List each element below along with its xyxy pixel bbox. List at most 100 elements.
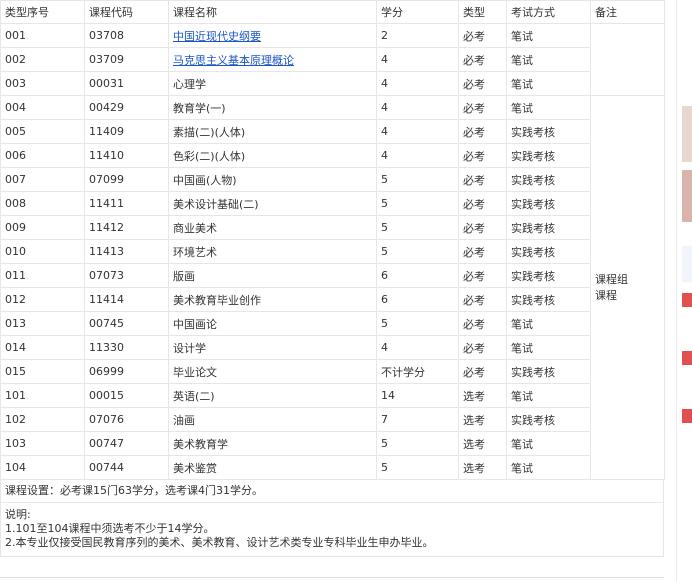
- cell-exam: 笔试: [506, 95, 591, 120]
- cell-exam: 笔试: [506, 311, 591, 336]
- cell-credit: 5: [376, 455, 459, 480]
- cell-type: 必考: [458, 215, 507, 240]
- cell-credit: 4: [376, 71, 459, 96]
- header-code: 课程代码: [84, 0, 169, 24]
- cell-seq: 102: [0, 407, 85, 432]
- cell-credit: 4: [376, 143, 459, 168]
- cell-code: 00744: [84, 455, 169, 480]
- course-name-link[interactable]: 马克思主义基本原理概论: [173, 54, 294, 67]
- side-thumbnail[interactable]: [682, 170, 692, 222]
- header-exam: 考试方式: [506, 0, 591, 24]
- notes-block: 说明: 1.101至104课程中须选考不少于14学分。 2.本专业仅接受国民教育…: [0, 503, 664, 557]
- cell-seq: 002: [0, 47, 85, 72]
- table-row: 103 00747 美术教育学 5 选考 笔试: [0, 431, 665, 456]
- cell-name: 心理学: [168, 71, 377, 96]
- cell-code: 07076: [84, 407, 169, 432]
- cell-name: 环境艺术: [168, 239, 377, 264]
- table-row: 004 00429 教育学(一) 4 必考 笔试 课程组 课程: [0, 95, 665, 480]
- cell-name: 设计学: [168, 335, 377, 360]
- cell-exam: 实践考核: [506, 119, 591, 144]
- cell-credit: 4: [376, 335, 459, 360]
- cell-exam: 实践考核: [506, 287, 591, 312]
- table-row: 002 03709 马克思主义基本原理概论 4 必考 笔试: [0, 47, 665, 72]
- cell-seq: 004: [0, 95, 85, 120]
- cell-exam: 笔试: [506, 431, 591, 456]
- cell-exam: 实践考核: [506, 215, 591, 240]
- notes-title: 说明:: [5, 508, 31, 521]
- cell-type: 必考: [458, 335, 507, 360]
- cell-type: 必考: [458, 311, 507, 336]
- cell-credit: 7: [376, 407, 459, 432]
- cell-type: 必考: [458, 287, 507, 312]
- cell-seq: 007: [0, 167, 85, 192]
- cell-credit: 4: [376, 119, 459, 144]
- table-row: 101 00015 英语(二) 14 选考 笔试: [0, 383, 665, 408]
- cell-credit: 14: [376, 383, 459, 408]
- cell-seq: 011: [0, 263, 85, 288]
- cell-seq: 101: [0, 383, 85, 408]
- cell-type: 选考: [458, 383, 507, 408]
- cell-code: 00015: [84, 383, 169, 408]
- cell-name: 英语(二): [168, 383, 377, 408]
- cell-name: 版画: [168, 263, 377, 288]
- side-tag[interactable]: [682, 293, 692, 307]
- course-table: 类型序号 课程代码 课程名称 学分 类型 考试方式 备注 001 03708 中国近…: [0, 0, 665, 480]
- course-summary: 课程设置：必考课15门63学分，选考课4门31学分。: [0, 480, 664, 503]
- cell-exam: 笔试: [506, 23, 591, 48]
- cell-type: 必考: [458, 191, 507, 216]
- table-row: 008 11411 美术设计基础(二) 5 必考 实践考核: [0, 191, 665, 216]
- cell-name: 色彩(二)(人体): [168, 143, 377, 168]
- side-tag[interactable]: [682, 409, 692, 423]
- cell-exam: 实践考核: [506, 239, 591, 264]
- cell-code: 00429: [84, 95, 169, 120]
- cell-seq: 015: [0, 359, 85, 384]
- side-divider: [676, 0, 677, 581]
- cell-exam: 笔试: [506, 383, 591, 408]
- cell-code: 11414: [84, 287, 169, 312]
- cell-code: 06999: [84, 359, 169, 384]
- cell-exam: 笔试: [506, 71, 591, 96]
- cell-name: 美术教育毕业创作: [168, 287, 377, 312]
- course-name-link[interactable]: 中国近现代史纲要: [173, 30, 261, 43]
- cell-exam: 实践考核: [506, 143, 591, 168]
- cell-code: 00745: [84, 311, 169, 336]
- cell-exam: 笔试: [506, 335, 591, 360]
- table-row: 007 07099 中国画(人物) 5 必考 实践考核: [0, 167, 665, 192]
- cell-code: 00747: [84, 431, 169, 456]
- cell-name: 中国画论: [168, 311, 377, 336]
- cell-credit: 5: [376, 215, 459, 240]
- cell-code: 07073: [84, 263, 169, 288]
- cell-type: 必考: [458, 119, 507, 144]
- cell-type: 必考: [458, 143, 507, 168]
- cell-name: 素描(二)(人体): [168, 119, 377, 144]
- table-row: 001 03708 中国近现代史纲要 2 必考 笔试: [0, 23, 665, 96]
- cell-seq: 012: [0, 287, 85, 312]
- table-row: 003 00031 心理学 4 必考 笔试: [0, 71, 665, 96]
- cell-name: 商业美术: [168, 215, 377, 240]
- side-thumbnail[interactable]: [682, 106, 692, 162]
- cell-seq: 104: [0, 455, 85, 480]
- cell-exam: 实践考核: [506, 167, 591, 192]
- cell-type: 必考: [458, 71, 507, 96]
- table-row: 012 11414 美术教育毕业创作 6 必考 实践考核: [0, 287, 665, 312]
- remark-cell-empty: [590, 23, 665, 96]
- cell-code: 11410: [84, 143, 169, 168]
- remark-cell-group: 课程组 课程: [590, 95, 665, 480]
- cell-exam: 实践考核: [506, 191, 591, 216]
- table-row: 011 07073 版画 6 必考 实践考核: [0, 263, 665, 288]
- table-row: 009 11412 商业美术 5 必考 实践考核: [0, 215, 665, 240]
- table-row: 104 00744 美术鉴赏 5 选考 笔试: [0, 455, 665, 480]
- side-panel: [682, 246, 692, 282]
- cell-name: 马克思主义基本原理概论: [168, 47, 377, 72]
- cell-seq: 001: [0, 23, 85, 48]
- bottom-divider: [0, 577, 664, 578]
- side-tag[interactable]: [682, 351, 692, 365]
- cell-credit: 4: [376, 95, 459, 120]
- header-seq: 类型序号: [0, 0, 85, 24]
- cell-credit: 5: [376, 191, 459, 216]
- cell-code: 11413: [84, 239, 169, 264]
- cell-exam: 笔试: [506, 455, 591, 480]
- header-name: 课程名称: [168, 0, 377, 24]
- cell-code: 11409: [84, 119, 169, 144]
- cell-type: 必考: [458, 95, 507, 120]
